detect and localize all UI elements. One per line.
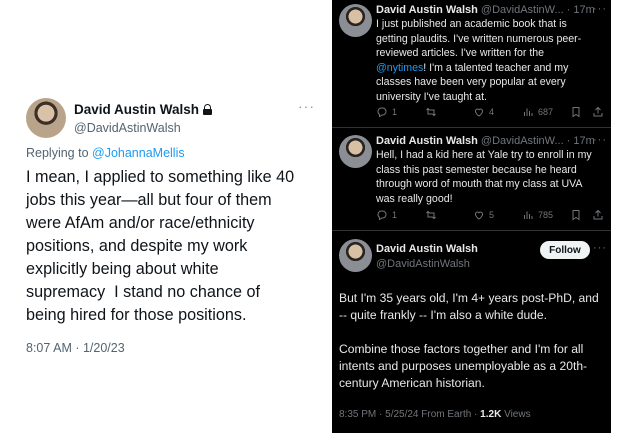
more-options-icon[interactable]: ··· xyxy=(593,242,607,254)
right-margin xyxy=(611,0,640,433)
reply-mention-link[interactable]: @JohannaMellis xyxy=(92,146,185,160)
retweet-icon xyxy=(426,210,436,220)
heart-icon xyxy=(474,108,484,117)
action-bar: 1 4 687 xyxy=(376,105,606,119)
lock-icon xyxy=(203,104,213,115)
avatar[interactable] xyxy=(26,98,66,138)
author-handle[interactable]: @DavidAstinWalsh xyxy=(74,121,181,135)
action-bar: 1 5 785 xyxy=(376,208,606,222)
retweet-button[interactable] xyxy=(425,208,437,222)
views-icon xyxy=(524,211,533,219)
bookmark-icon xyxy=(572,210,580,221)
share-icon xyxy=(593,209,603,220)
right-thread-screenshot: David Austin Walsh @DavidAstinW... · 17m… xyxy=(332,0,611,433)
author-name[interactable]: David Austin Walsh xyxy=(376,243,478,255)
tweet-text-paragraph-1: But I'm 35 years old, I'm 4+ years post-… xyxy=(339,291,599,323)
view-count: 1.2K xyxy=(480,409,502,420)
avatar[interactable] xyxy=(339,4,372,37)
divider xyxy=(332,230,611,231)
retweet-icon xyxy=(426,107,436,117)
tweet-text-paragraph-2: Combine those factors together and I'm f… xyxy=(339,342,588,391)
views-button[interactable]: 785 xyxy=(522,208,553,222)
tweet-text: Hell, I had a kid here at Yale try to en… xyxy=(376,149,592,205)
more-options-icon[interactable]: ··· xyxy=(298,98,315,114)
left-tweet-screenshot: David Austin Walsh @DavidAstinWalsh ··· … xyxy=(0,0,332,433)
bookmark-button[interactable] xyxy=(570,105,582,119)
share-button[interactable] xyxy=(592,208,604,222)
reply-icon xyxy=(377,210,387,221)
retweet-button[interactable] xyxy=(425,105,437,119)
share-icon xyxy=(593,106,603,117)
bookmark-icon xyxy=(572,107,580,118)
reply-icon xyxy=(377,107,387,118)
author-name[interactable]: David Austin Walsh @DavidAstinW... · 17m xyxy=(376,135,595,147)
tweet-text: I just published an academic book that i… xyxy=(376,18,582,103)
mention-link[interactable]: @nytimes xyxy=(376,62,423,74)
views-icon xyxy=(524,108,533,116)
author-handle[interactable]: @DavidAstinWalsh xyxy=(376,258,470,270)
tweet-timestamp[interactable]: 8:07 AM · 1/20/23 xyxy=(26,341,125,355)
heart-icon xyxy=(474,211,484,220)
author-name[interactable]: David Austin Walsh xyxy=(74,102,213,117)
reply-button[interactable]: 1 xyxy=(376,105,397,119)
tweet-footer[interactable]: 8:35 PM · 5/25/24 From Earth · 1.2K View… xyxy=(339,409,531,420)
divider xyxy=(332,127,611,128)
reply-button[interactable]: 1 xyxy=(376,208,397,222)
follow-button[interactable]: Follow xyxy=(540,241,590,259)
like-button[interactable]: 5 xyxy=(473,208,494,222)
bookmark-button[interactable] xyxy=(570,208,582,222)
avatar[interactable] xyxy=(339,135,372,168)
replying-to: Replying to @JohannaMellis xyxy=(26,146,185,160)
views-button[interactable]: 687 xyxy=(522,105,553,119)
share-button[interactable] xyxy=(592,105,604,119)
author-name[interactable]: David Austin Walsh @DavidAstinW... · 17m xyxy=(376,4,595,16)
more-options-icon[interactable]: ··· xyxy=(593,3,607,15)
more-options-icon[interactable]: ··· xyxy=(593,134,607,146)
like-button[interactable]: 4 xyxy=(473,105,494,119)
avatar[interactable] xyxy=(339,239,372,272)
tweet-text: I mean, I applied to something like 40 j… xyxy=(26,168,295,324)
